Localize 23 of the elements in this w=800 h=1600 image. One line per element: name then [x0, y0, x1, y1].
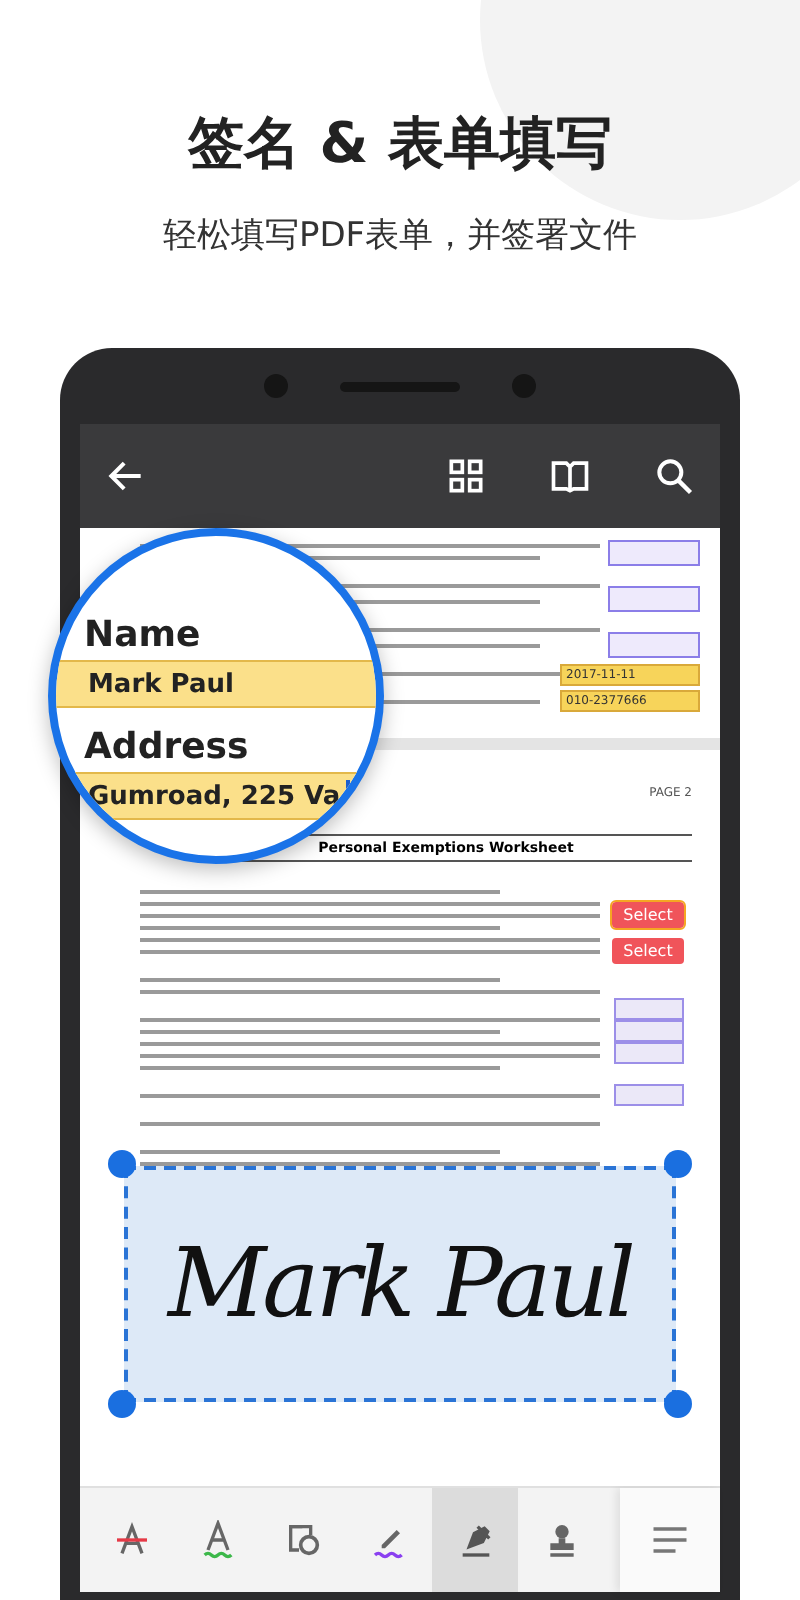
resize-handle[interactable] — [664, 1390, 692, 1418]
resize-handle[interactable] — [108, 1390, 136, 1418]
signature: Mark Paul — [167, 1228, 633, 1340]
speaker-icon — [340, 381, 460, 391]
tool-button[interactable] — [432, 1488, 518, 1592]
field-label: Name — [82, 612, 203, 660]
input-field[interactable]: Mark Paul — [56, 660, 376, 708]
form-box[interactable] — [608, 540, 700, 566]
subheadline: 轻松填写PDF表单，并签署文件 — [160, 214, 640, 260]
field-label: Address — [82, 724, 251, 772]
search-icon[interactable] — [652, 454, 696, 498]
form-box[interactable] — [608, 586, 700, 612]
menu-button[interactable] — [620, 1488, 720, 1592]
shapes-icon — [283, 1520, 323, 1560]
headline: 签名 & 表单填写 — [186, 108, 614, 180]
signature-box[interactable]: Mark Paul — [124, 1166, 676, 1402]
strikethrough-icon — [111, 1520, 151, 1560]
sensor-icon — [512, 374, 536, 398]
camera-icon — [264, 374, 288, 398]
form-box[interactable] — [608, 632, 700, 658]
resize-handle[interactable] — [108, 1150, 136, 1178]
grid-icon[interactable] — [444, 454, 488, 498]
resize-handle[interactable] — [664, 1150, 692, 1178]
